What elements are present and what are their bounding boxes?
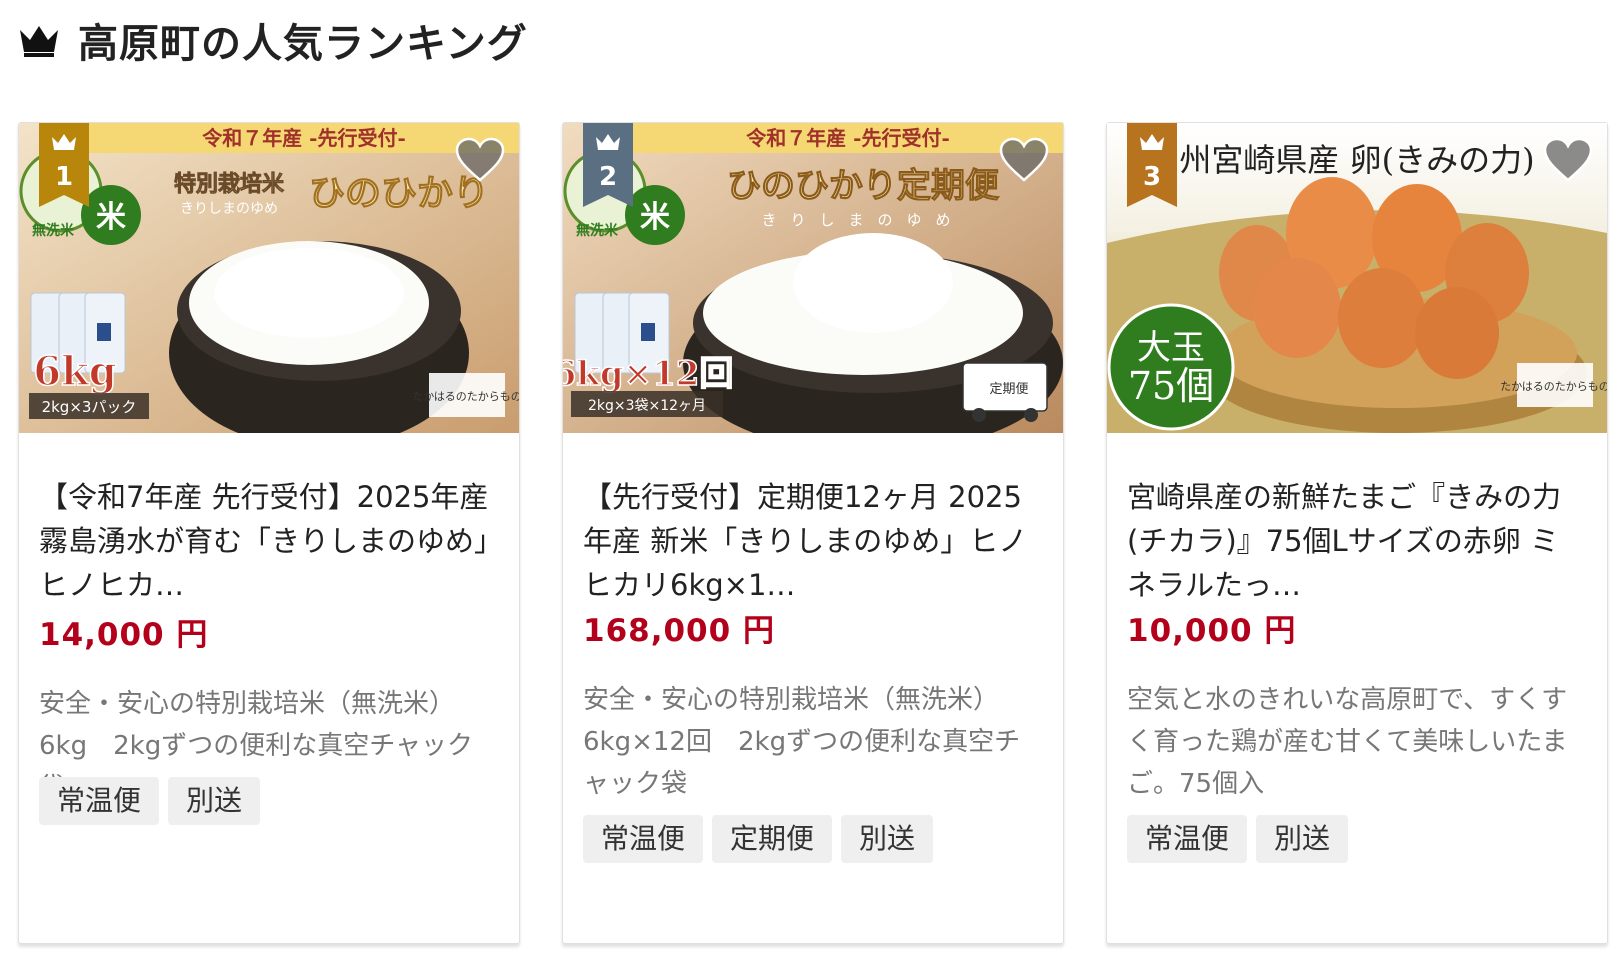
svg-text:たかはるのたからもの: たかはるのたからもの: [1500, 380, 1607, 393]
product-tags: 常温便 別送: [39, 777, 261, 825]
product-image[interactable]: 令和７年産 -先行受付- 特別栽培米 きりしまのゆめ ひのひかり 米 無洗米 6…: [19, 123, 519, 433]
svg-text:大玉: 大玉: [1137, 328, 1205, 368]
tag-label: 定期便: [712, 815, 833, 863]
svg-text:6kg×12回: 6kg×12回: [563, 354, 733, 394]
svg-text:75個: 75個: [1128, 364, 1214, 408]
svg-text:米: 米: [640, 200, 670, 235]
rank-badge-icon: 2: [583, 123, 633, 207]
svg-text:たかはるのたからもの: たかはるのたからもの: [412, 390, 519, 403]
svg-text:米: 米: [96, 200, 126, 235]
svg-text:6kg: 6kg: [33, 348, 117, 395]
tag-label: 常温便: [1127, 815, 1248, 863]
product-description: 安全・安心の特別栽培米（無洗米）6kg×12回 2kgずつの便利な真空チャック袋: [583, 685, 1021, 799]
svg-text:3: 3: [1143, 162, 1161, 192]
product-title[interactable]: 【令和7年産 先行受付】2025年産 霧島湧水が育む「きりしまのゆめ」ヒノヒカ…: [39, 475, 499, 607]
product-price: 168,000 円: [583, 613, 775, 649]
svg-text:2kg×3袋×12ヶ月: 2kg×3袋×12ヶ月: [588, 398, 706, 414]
product-description: 空気と水のきれいな高原町で、すくすく育った鶏が産む甘くて美味しいたまご。75個入: [1127, 685, 1568, 799]
tag-label: 別送: [841, 815, 934, 863]
product-card-rank-2[interactable]: 令和７年産 -先行受付- ひのひかり定期便 きりしまのゆめ 米 無洗米 6kg×…: [562, 122, 1064, 944]
tag-label: 常温便: [583, 815, 704, 863]
svg-text:無洗米: 無洗米: [32, 222, 75, 239]
svg-text:特別栽培米: 特別栽培米: [174, 171, 285, 197]
svg-text:令和７年産 -先行受付-: 令和７年産 -先行受付-: [746, 126, 950, 150]
tag-label: 常温便: [39, 777, 160, 825]
rank-badge-icon: 1: [39, 123, 89, 207]
product-image[interactable]: 州宮崎県産 卵(きみの力) 大玉 75個 たかはるのたからもの 3: [1107, 123, 1607, 433]
product-image[interactable]: 令和７年産 -先行受付- ひのひかり定期便 きりしまのゆめ 米 無洗米 6kg×…: [563, 123, 1063, 433]
svg-text:州宮崎県産 卵(きみの力): 州宮崎県産 卵(きみの力): [1179, 141, 1534, 179]
product-title[interactable]: 【先行受付】定期便12ヶ月 2025年産 新米「きりしまのゆめ」ヒノヒカリ6kg…: [583, 475, 1043, 607]
product-card-rank-3[interactable]: 州宮崎県産 卵(きみの力) 大玉 75個 たかはるのたからもの 3 宮崎県産の新…: [1106, 122, 1608, 944]
favorite-heart-icon[interactable]: [999, 137, 1049, 183]
product-price: 10,000 円: [1127, 613, 1297, 649]
tag-label: 別送: [168, 777, 261, 825]
svg-text:きりしまのゆめ: きりしまのゆめ: [180, 201, 278, 217]
crown-icon: [20, 26, 58, 57]
ranking-title: 高原町の人気ランキング: [78, 21, 528, 67]
product-card-rank-1[interactable]: 令和７年産 -先行受付- 特別栽培米 きりしまのゆめ ひのひかり 米 無洗米 6…: [18, 122, 520, 944]
ranking-header: 高原町の人気ランキング: [18, 12, 528, 68]
tag-label: 別送: [1256, 815, 1349, 863]
product-tags: 常温便 定期便 別送: [583, 815, 934, 863]
svg-text:無洗米: 無洗米: [576, 222, 619, 239]
favorite-heart-icon[interactable]: [455, 137, 505, 183]
svg-text:ひのひかり定期便: ひのひかり定期便: [727, 166, 1000, 206]
svg-text:令和７年産 -先行受付-: 令和７年産 -先行受付-: [202, 126, 406, 150]
product-tags: 常温便 別送: [1127, 815, 1349, 863]
svg-text:1: 1: [55, 162, 73, 192]
favorite-heart-icon[interactable]: [1543, 137, 1593, 183]
svg-text:きりしまのゆめ: きりしまのゆめ: [761, 211, 964, 229]
svg-text:2: 2: [599, 162, 617, 192]
svg-text:定期便: 定期便: [989, 382, 1028, 397]
product-title[interactable]: 宮崎県産の新鮮たまご『きみの力(チカラ)』75個Lサイズの赤卵 ミネラルたっ…: [1127, 475, 1587, 607]
rank-badge-icon: 3: [1127, 123, 1177, 207]
svg-text:2kg×3パック: 2kg×3パック: [42, 398, 137, 416]
product-price: 14,000 円: [39, 617, 209, 653]
